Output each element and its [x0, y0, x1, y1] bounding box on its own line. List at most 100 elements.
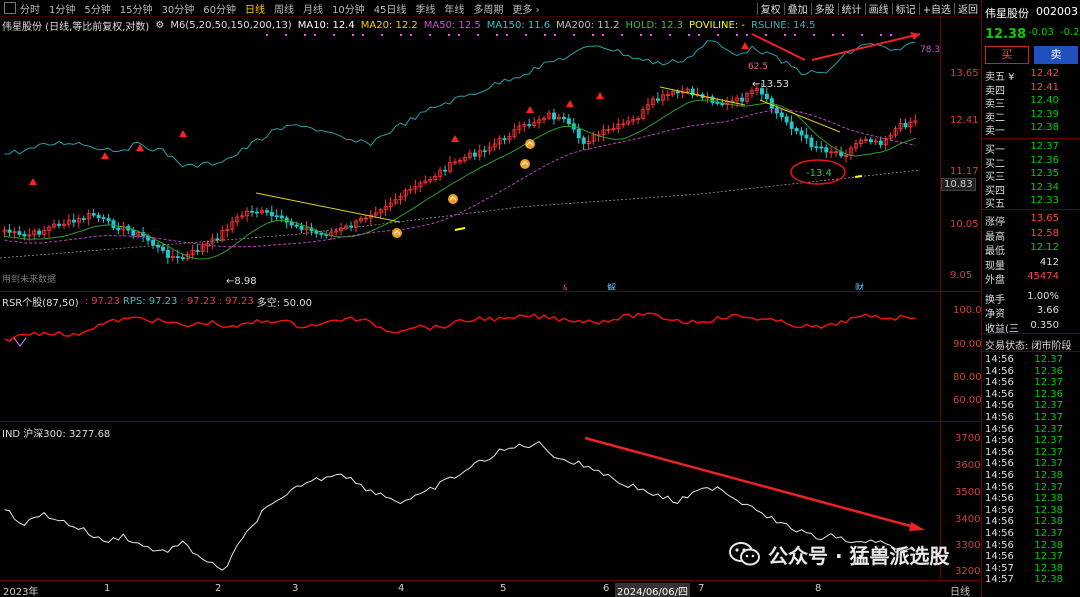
buy-button[interactable]: 买 [985, 46, 1029, 64]
candle-body [868, 139, 873, 143]
wechat-icon [728, 540, 762, 568]
hold-dot [717, 34, 719, 36]
signal-triangle [566, 100, 574, 107]
mark-button[interactable]: 标记 [896, 1, 916, 16]
index-axis-label: 3400 [955, 514, 981, 525]
rsr-value: : 97.23 [84, 295, 120, 307]
period-tab-active[interactable]: 日线 [245, 1, 265, 16]
price-axis-label: 9.05 [950, 270, 973, 281]
hold-dot [304, 34, 306, 36]
period-label: 日线 [950, 587, 970, 597]
add-favorite-button[interactable]: +自选 [923, 1, 951, 16]
stat-row-value: 12.58 [1030, 227, 1059, 239]
price-change: -0.03 [1028, 27, 1054, 38]
signal-triangle [451, 135, 459, 142]
period-tab[interactable]: 1分钟 [49, 1, 75, 16]
multi-stock-button[interactable]: 多股 [815, 1, 835, 16]
candle-body [175, 256, 180, 258]
period-tab[interactable]: 月线 [303, 1, 323, 16]
hold-dot [669, 34, 671, 36]
hold-dot [333, 34, 335, 36]
period-tab[interactable]: 15分钟 [120, 1, 153, 16]
candle-body [195, 250, 200, 252]
stat-row-value: 1.00% [1027, 290, 1059, 302]
ask-row: 卖二 12.39 [982, 109, 1080, 124]
period-tab[interactable]: 周线 [274, 1, 294, 16]
ma-hold-line [4, 99, 916, 260]
tick-price: 12.37 [1034, 412, 1063, 423]
toolbar-menu-icon[interactable] [4, 2, 16, 14]
stat-row-label: 净资 [985, 309, 1005, 320]
annotation-arrow [751, 33, 806, 61]
period-tab[interactable]: 分时 [20, 1, 40, 16]
draw-line-button[interactable]: 画线 [869, 1, 889, 16]
tick-time: 14:56 [985, 446, 1014, 458]
candle-body [284, 217, 289, 223]
tick-row: 14:56 12.38 [982, 505, 1080, 516]
poviline-mark [454, 227, 466, 231]
tick-row: 14:56 12.36 [982, 389, 1080, 400]
tick-price: 12.37 [1034, 458, 1063, 470]
candle-body [502, 138, 507, 141]
restore-rights-button[interactable]: 复权 [761, 1, 781, 16]
period-tab[interactable]: 60分钟 [203, 1, 236, 16]
quote-sidebar: 伟星股份 002003 12.38 -0.03 -0.24 买 卖 卖五 ¥12… [981, 0, 1080, 597]
stat-row: 最低 12.12 [982, 242, 1080, 257]
candle-body [349, 225, 354, 228]
candle-body [279, 215, 284, 219]
hold-dot [880, 34, 882, 36]
back-button[interactable]: 返回 [958, 1, 978, 16]
peak-label: 62.5 [748, 62, 768, 72]
rsr-axis-label: 80.00 [953, 372, 982, 383]
candle-body [779, 112, 784, 118]
tick-row: 14:56 12.38 [982, 470, 1080, 481]
time-axis-label: 1 [104, 583, 111, 594]
period-more[interactable]: 更多 › [512, 1, 539, 16]
divider [864, 2, 866, 15]
rsr-chart[interactable] [0, 308, 940, 418]
ma20-value: MA20: 12.2 [360, 19, 418, 31]
period-tab[interactable]: 季线 [415, 1, 435, 16]
candle-body [527, 124, 532, 126]
period-tab[interactable]: 45日线 [374, 1, 407, 16]
statistics-button[interactable]: 统计 [842, 1, 862, 16]
divider [954, 2, 955, 15]
period-tab[interactable]: 年线 [444, 1, 464, 16]
candle-body [37, 230, 42, 235]
period-tab[interactable]: 10分钟 [332, 1, 365, 16]
period-tab[interactable]: 30分钟 [161, 1, 194, 16]
rsr-axis-label: 90.00 [953, 339, 982, 350]
bid-row-value: 12.36 [1030, 154, 1059, 166]
tick-time: 14:56 [985, 458, 1014, 470]
rsr-value-3: : 97.23 [218, 295, 254, 307]
candle-body [472, 152, 477, 157]
tick-price: 12.38 [1034, 516, 1063, 528]
time-axis: 2023年 1 2 3 4 5 6 2024/06/06/四 7 8 日线 [0, 580, 980, 597]
watermark: 公众号 · 猛兽派选股 [728, 537, 950, 571]
stat-row: 换手 1.00% [982, 290, 1080, 306]
candle-body [784, 116, 789, 123]
watermark-text: 公众号 · 猛兽派选股 [768, 543, 950, 568]
candle-body [22, 233, 27, 237]
overlay-button[interactable]: 叠加 [788, 1, 808, 16]
period-tab[interactable]: 5分钟 [84, 1, 110, 16]
stat-row: 外盘 45474 [982, 271, 1080, 286]
candle-body [824, 147, 829, 153]
divider [810, 2, 812, 15]
ask-row-label: 卖一 [985, 126, 1005, 137]
settings-icon[interactable]: ⚙ [155, 20, 164, 31]
cursor-date-label: 2024/06/06/四 [615, 583, 691, 597]
tick-time: 14:56 [985, 539, 1014, 551]
signal-circle [448, 194, 458, 204]
bid-row: 买五 12.33 [982, 195, 1080, 210]
tick-price: 12.36 [1034, 365, 1063, 377]
kline-chart[interactable]: ←8.98 ←13.53 62.5 -13.4 78.3 用到未来数据 § 解 财 [0, 32, 940, 290]
trade-status-text: 交易状态: 闭市阶段 [985, 341, 1072, 352]
period-tab[interactable]: 多周期 [473, 1, 503, 16]
signal-circle [520, 159, 530, 169]
index-axis-label: 3700 [955, 433, 981, 444]
rsline-value: RSLINE: 14.5 [751, 19, 816, 31]
hold-value: HOLD: 12.3 [625, 19, 683, 31]
hold-dot [784, 34, 786, 36]
sell-button[interactable]: 卖 [1034, 46, 1078, 64]
